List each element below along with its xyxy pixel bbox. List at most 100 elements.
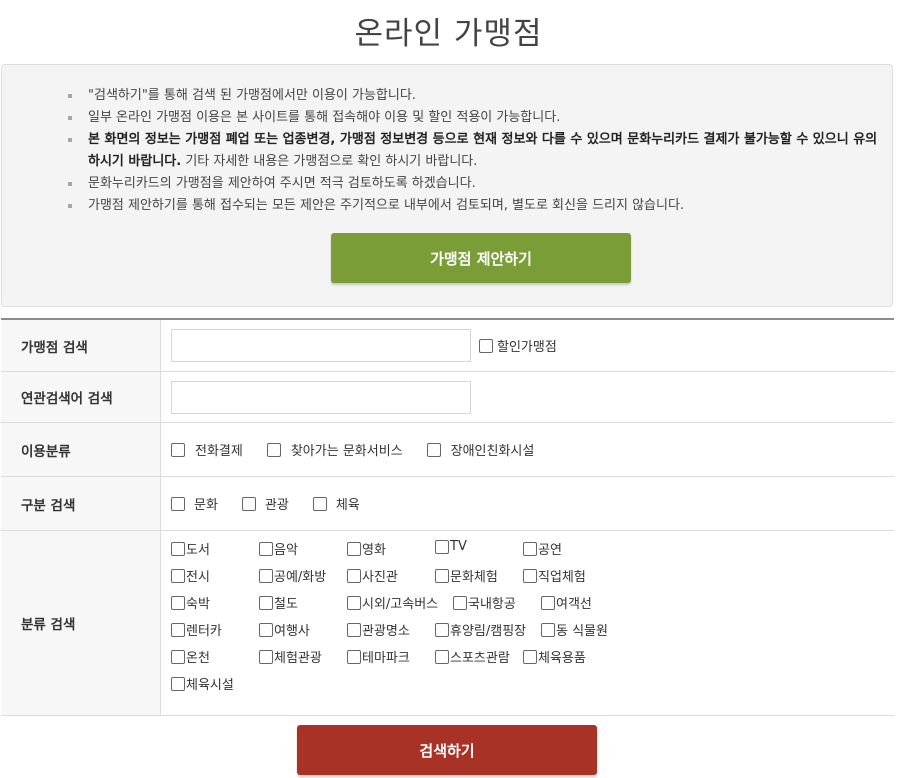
checkbox-box[interactable] [426,442,441,457]
division-option-checkbox[interactable]: 관광 [241,494,289,513]
related-search-label: 연관검색어 검색 [1,372,161,422]
checkbox-box[interactable] [171,649,185,664]
checkbox-box[interactable] [347,622,361,637]
category-option-checkbox[interactable]: 테마파크 [347,647,410,666]
category-option-label: 사진관 [362,570,398,585]
checkbox-box[interactable] [541,622,555,637]
category-option-label: 체육용품 [538,651,586,666]
checkbox-box[interactable] [259,622,273,637]
checkbox-box[interactable] [171,676,185,691]
category-option-label: 문화체험 [450,570,498,585]
checkbox-box[interactable] [171,442,185,457]
category-option-checkbox[interactable]: 국내항공 [453,593,516,612]
checkbox-box[interactable] [312,496,327,511]
category-option-checkbox[interactable]: 체육시설 [171,674,234,693]
notice-text: "검색하기"를 통해 검색 된 가맹점에서만 이용이 가능합니다. [88,88,416,103]
checkbox-box[interactable] [241,496,256,511]
checkbox-box[interactable] [435,568,449,583]
checkbox-box[interactable] [541,595,555,610]
checkbox-box[interactable] [259,595,273,610]
category-option-checkbox[interactable]: 숙박 [171,593,210,612]
checkbox-box[interactable] [266,442,281,457]
usage-option-checkbox[interactable]: 찾아가는 문화서비스 [266,440,403,459]
checkbox-box[interactable] [435,539,449,554]
checkbox-box[interactable] [171,541,185,556]
category-option-checkbox[interactable]: 문화체험 [435,566,498,585]
usage-option-checkbox[interactable]: 전화결제 [171,440,243,459]
usage-label: 이용분류 [1,423,161,476]
notice-text: 문화누리카드의 가맹점을 제안하여 주시면 적극 검토하도록 하겠습니다. [88,176,476,191]
category-option-label: 음악 [274,543,298,558]
checkbox-box[interactable] [435,622,449,637]
category-option-checkbox[interactable]: 도서 [171,539,210,558]
related-search-row: 연관검색어 검색 [1,372,894,423]
checkbox-box[interactable] [171,568,185,583]
category-option-checkbox[interactable]: 전시 [171,566,210,585]
notice-item: "검색하기"를 통해 검색 된 가맹점에서만 이용이 가능합니다. [68,85,878,107]
checkbox-box[interactable] [347,595,361,610]
category-option-checkbox[interactable]: 공예/화방 [259,566,326,585]
category-option-checkbox[interactable]: 렌터카 [171,620,222,639]
category-option-label: 온천 [186,651,210,666]
usage-option-label: 전화결제 [195,444,243,459]
category-option-checkbox[interactable]: 휴양림/캠핑장 [435,620,526,639]
category-option-checkbox[interactable]: 음악 [259,539,298,558]
category-option-checkbox[interactable]: 공연 [523,539,562,558]
category-option-checkbox[interactable]: 여행사 [259,620,310,639]
category-option-label: 전시 [186,570,210,585]
category-option-label: 공연 [538,543,562,558]
category-option-checkbox[interactable]: 동 식물원 [541,620,608,639]
category-option-checkbox[interactable]: 관광명소 [347,620,410,639]
search-form: 가맹점 검색 할인가맹점 연관검색어 검색 이용분류 전화결제 찾아가는 문화서… [1,318,894,716]
usage-content: 전화결제 찾아가는 문화서비스 장애인친화시설 [161,423,894,476]
usage-option-label: 장애인친화시설 [450,444,535,459]
store-search-row: 가맹점 검색 할인가맹점 [1,320,894,372]
checkbox-box[interactable] [347,649,361,664]
category-option-checkbox[interactable]: 직업체험 [523,566,586,585]
checkbox-box[interactable] [523,568,537,583]
category-option-checkbox[interactable]: 시외/고속버스 [347,593,438,612]
category-option-label: 시외/고속버스 [362,597,439,612]
category-option-checkbox[interactable]: 영화 [347,539,386,558]
category-option-checkbox[interactable]: 스포츠관람 [435,647,510,666]
division-option-checkbox[interactable]: 문화 [171,494,218,513]
category-option-checkbox[interactable]: 사진관 [347,566,398,585]
category-option-checkbox[interactable]: 체험관광 [259,647,322,666]
category-row: 분류 검색 도서 음악 영화 TV 공연 전시 공예/화방 사진관 문화체험 직업체험 숙박 철도 시외… [1,531,894,716]
category-option-checkbox[interactable]: 철도 [259,593,298,612]
checkbox-box[interactable] [479,338,493,353]
category-option-checkbox[interactable]: 여객선 [541,593,592,612]
checkbox-box[interactable] [453,595,467,610]
discount-store-checkbox[interactable]: 할인가맹점 [479,336,557,355]
checkbox-box[interactable] [259,568,273,583]
checkbox-box[interactable] [523,541,537,556]
checkbox-box[interactable] [347,568,361,583]
usage-row: 이용분류 전화결제 찾아가는 문화서비스 장애인친화시설 [1,423,894,477]
notice-text: 가맹점 제안하기를 통해 접수되는 모든 제안은 주기적으로 내부에서 검토되며… [88,198,685,213]
category-option-label: 렌터카 [186,624,222,639]
propose-store-button[interactable]: 가맹점 제안하기 [331,233,631,283]
usage-option-checkbox[interactable]: 장애인친화시설 [426,440,535,459]
notice-item: 가맹점 제안하기를 통해 접수되는 모든 제안은 주기적으로 내부에서 검토되며… [68,195,878,217]
division-content: 문화 관광 체육 [161,477,894,530]
checkbox-box[interactable] [523,649,537,664]
checkbox-box[interactable] [347,541,361,556]
checkbox-box[interactable] [435,649,449,664]
category-option-checkbox[interactable]: TV [435,539,467,554]
category-option-label: 체육시설 [186,678,234,693]
checkbox-box[interactable] [259,541,273,556]
search-button[interactable]: 검색하기 [297,725,597,775]
category-option-label: 여행사 [274,624,310,639]
category-option-checkbox[interactable]: 온천 [171,647,210,666]
checkbox-box[interactable] [171,496,185,511]
checkbox-box[interactable] [171,622,185,637]
division-option-checkbox[interactable]: 체육 [312,494,360,513]
category-grid: 도서 음악 영화 TV 공연전시 공예/화방 사진관 문화체험 직업체험숙박 철도 시외/고속버스 국… [171,531,871,711]
notice-item: 일부 온라인 가맹점 이용은 본 사이트를 통해 접속해야 이용 및 할인 적용… [68,107,878,129]
store-search-input[interactable] [171,329,471,362]
related-search-input[interactable] [171,380,471,414]
category-option-checkbox[interactable]: 체육용품 [523,647,586,666]
checkbox-box[interactable] [259,649,273,664]
category-option-label: 국내항공 [468,597,516,612]
checkbox-box[interactable] [171,595,185,610]
